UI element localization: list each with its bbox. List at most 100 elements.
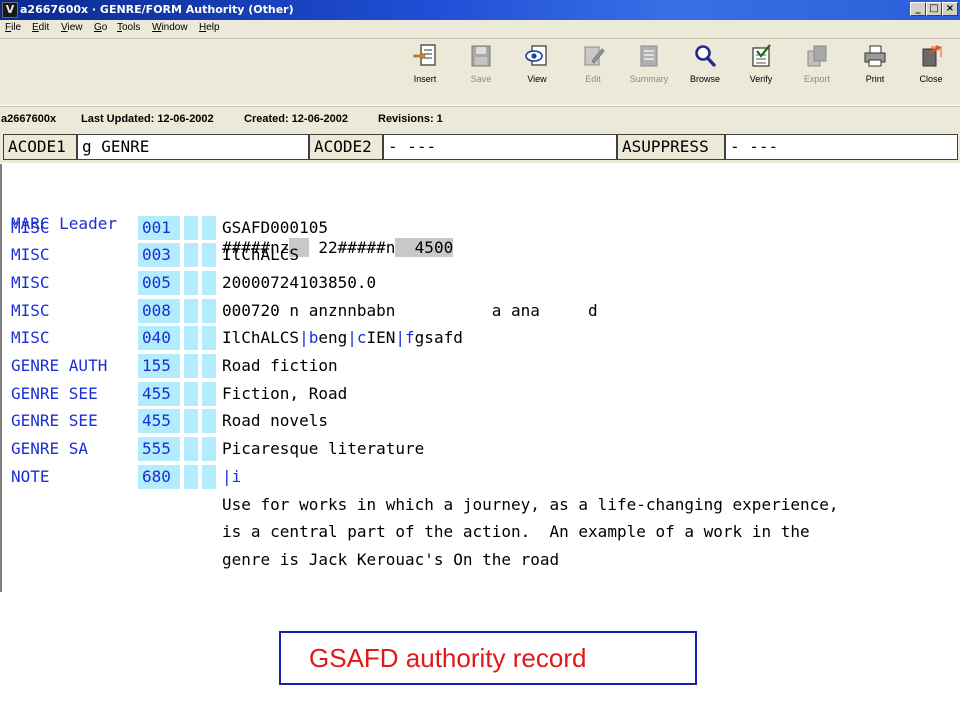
view-icon xyxy=(525,45,547,66)
edit-button[interactable]: Edit xyxy=(565,43,621,101)
indicator-1[interactable] xyxy=(184,409,198,434)
field-tag[interactable]: 003 xyxy=(138,243,180,268)
field-label: GENRE SA xyxy=(11,439,89,459)
acode2-label: ACODE2 xyxy=(309,134,383,160)
indicator-2[interactable] xyxy=(202,464,216,489)
indicator-1[interactable] xyxy=(184,243,198,268)
leader-row[interactable]: MARC Leader #####nz 22#####n 4500 xyxy=(2,188,454,257)
field-data[interactable]: 20000724103850.0 xyxy=(222,271,376,295)
insert-icon xyxy=(413,44,436,66)
menu-view[interactable]: View xyxy=(61,22,83,33)
field-text: 000720 n anznnbabn a ana d xyxy=(222,300,598,320)
revisions-count: Revisions: 1 xyxy=(378,113,443,125)
browse-label: Browse xyxy=(689,74,720,84)
app-logo-icon: V xyxy=(2,2,18,18)
field-text: Road novels xyxy=(222,411,328,431)
field-tag[interactable]: 008 xyxy=(138,298,180,323)
field-tag[interactable]: 455 xyxy=(138,381,180,406)
menu-help[interactable]: Help xyxy=(199,22,220,33)
field-data[interactable]: GSAFD000105 xyxy=(222,216,328,240)
menu-bar: File Edit View Go Tools Window Help xyxy=(0,20,960,39)
toolbar: Insert Save View Edit Summary Browse Ver… xyxy=(0,39,960,105)
edit-label: Edit xyxy=(585,74,601,84)
indicator-1[interactable] xyxy=(184,215,198,240)
close-button[interactable]: Close xyxy=(903,43,959,101)
field-data[interactable]: Road novels xyxy=(222,409,328,433)
subfield-delimiter: |c xyxy=(347,328,367,348)
indicator-2[interactable] xyxy=(202,215,216,240)
save-label: Save xyxy=(470,74,492,84)
print-button[interactable]: Print xyxy=(847,43,903,101)
field-data[interactable]: 000720 n anznnbabn a ana d xyxy=(222,299,598,323)
field-data[interactable]: IlChALCS|beng|cIEN|fgsafd xyxy=(222,326,463,350)
leader-part xyxy=(309,238,319,257)
indicator-1[interactable] xyxy=(184,354,198,378)
indicator-2[interactable] xyxy=(202,437,216,462)
field-tag[interactable]: 001 xyxy=(138,215,180,240)
indicator-1[interactable] xyxy=(184,437,198,462)
indicator-2[interactable] xyxy=(202,243,216,268)
marc-record-editor[interactable]: MARC Leader #####nz 22#####n 4500 MISC 00… xyxy=(0,164,960,592)
insert-label: Insert xyxy=(413,74,437,84)
field-tag[interactable]: 555 xyxy=(138,437,180,462)
field-data[interactable]: Fiction, Road xyxy=(222,382,347,406)
export-button[interactable]: Export xyxy=(789,43,845,101)
indicator-2[interactable] xyxy=(202,270,216,295)
browse-button[interactable]: Browse xyxy=(677,43,733,101)
indicator-2[interactable] xyxy=(202,409,216,434)
indicator-1[interactable] xyxy=(184,381,198,406)
save-button[interactable]: Save xyxy=(453,43,509,101)
menu-go[interactable]: Go xyxy=(94,22,107,33)
field-label: NOTE xyxy=(11,466,50,486)
print-label: Print xyxy=(865,74,885,84)
asuppress-field[interactable]: - --- xyxy=(725,134,958,160)
verify-icon xyxy=(752,44,771,67)
last-updated: Last Updated: 12-06-2002 xyxy=(81,113,214,125)
menu-edit[interactable]: Edit xyxy=(32,22,49,33)
restore-button[interactable]: □ xyxy=(926,2,942,16)
verify-label: Verify xyxy=(749,74,773,84)
summary-button[interactable]: Summary xyxy=(621,43,677,101)
field-text: Fiction, Road xyxy=(222,383,348,403)
menu-file[interactable]: File xyxy=(5,22,21,33)
field-text: eng xyxy=(318,328,348,348)
indicator-1[interactable] xyxy=(184,326,198,351)
note-line-text[interactable]: genre is Jack Kerouac's On the road xyxy=(222,548,559,572)
minimize-button[interactable]: _ xyxy=(910,2,926,16)
indicator-1[interactable] xyxy=(184,270,198,295)
field-text: IlChALCS xyxy=(222,328,300,348)
close-window-button[interactable]: × xyxy=(942,2,958,16)
field-data[interactable]: Road fiction xyxy=(222,354,338,378)
note-line-text[interactable]: is a central part of the action. An exam… xyxy=(222,520,810,544)
menu-window[interactable]: Window xyxy=(152,22,188,33)
menu-tools[interactable]: Tools xyxy=(117,22,140,33)
field-data[interactable]: IlChALCS xyxy=(222,243,299,267)
field-data[interactable]: Picaresque literature xyxy=(222,437,424,461)
field-tag[interactable]: 040 xyxy=(138,326,180,351)
note-line-text[interactable]: Use for works in which a journey, as a l… xyxy=(222,493,839,517)
indicator-2[interactable] xyxy=(202,326,216,351)
field-label: GENRE SEE xyxy=(11,411,98,431)
field-tag[interactable]: 455 xyxy=(138,409,180,434)
record-info-bar: a2667600x Last Updated: 12-06-2002 Creat… xyxy=(0,106,960,131)
indicator-2[interactable] xyxy=(202,354,216,378)
indicator-2[interactable] xyxy=(202,298,216,323)
indicator-2[interactable] xyxy=(202,381,216,406)
acode1-field[interactable]: g GENRE xyxy=(77,134,309,160)
field-tag[interactable]: 155 xyxy=(138,354,180,378)
field-data[interactable]: |i xyxy=(222,465,241,489)
indicator-1[interactable] xyxy=(184,464,198,489)
view-button[interactable]: View xyxy=(509,43,565,101)
field-tag[interactable]: 680 xyxy=(138,464,180,489)
insert-button[interactable]: Insert xyxy=(397,43,453,101)
field-label: MISC xyxy=(11,217,50,237)
created-date: Created: 12-06-2002 xyxy=(244,113,348,125)
print-icon xyxy=(864,45,886,67)
acode2-field[interactable]: - --- xyxy=(383,134,617,160)
field-text: 20000724103850.0 xyxy=(222,272,377,292)
field-text: IEN xyxy=(366,328,396,348)
indicator-1[interactable] xyxy=(184,298,198,323)
record-id: a2667600x xyxy=(1,113,57,125)
field-tag[interactable]: 005 xyxy=(138,270,180,295)
verify-button[interactable]: Verify xyxy=(733,43,789,101)
